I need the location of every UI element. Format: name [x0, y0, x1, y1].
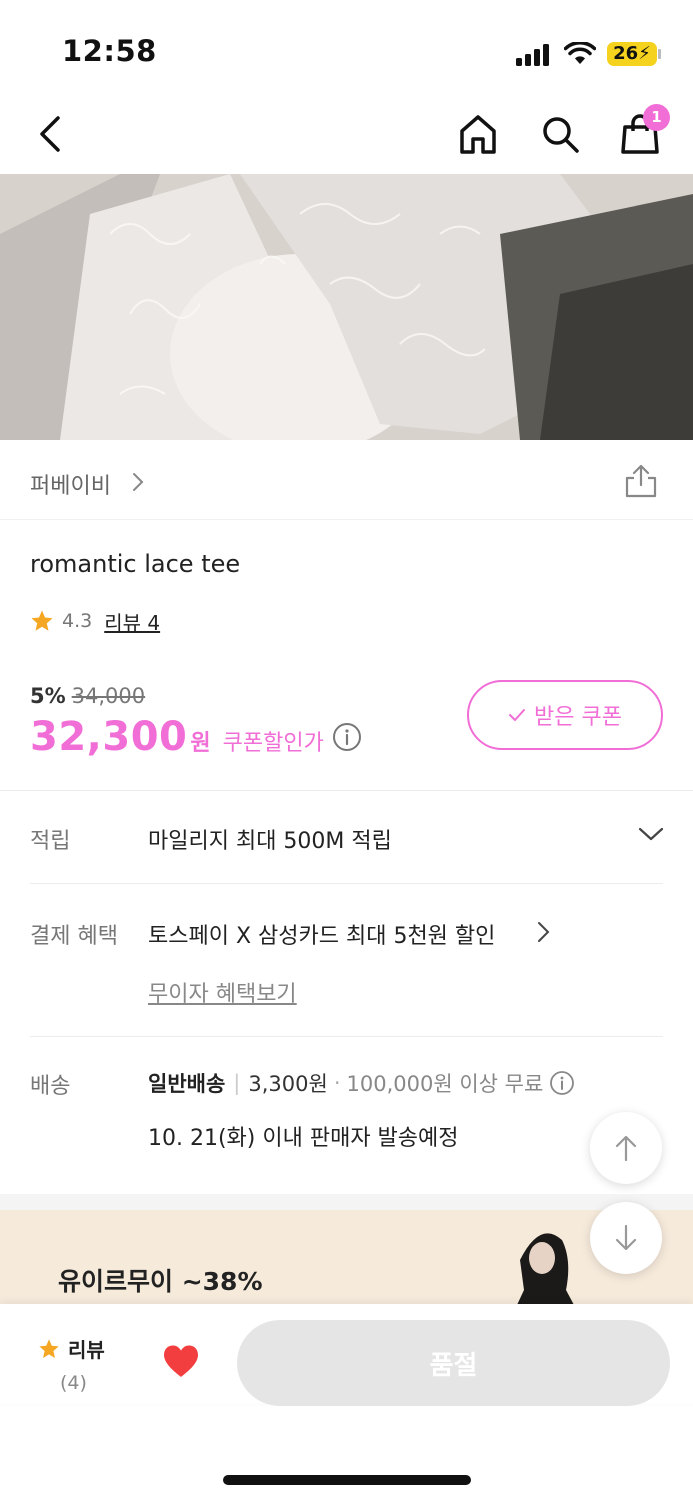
battery-tip: [658, 49, 661, 59]
mileage-value: 마일리지 최대 500M 적립: [148, 829, 392, 854]
bottom-review-button[interactable]: 리뷰: [38, 1334, 105, 1363]
search-icon: [543, 117, 579, 153]
shipping-date: 10. 21(화) 이내 판매자 발송예정: [148, 1126, 459, 1151]
interest-free-link[interactable]: 무이자 혜택보기: [148, 976, 297, 1008]
bottom-action-bar: 리뷰 (4) 품절: [0, 1304, 693, 1406]
arrow-down-icon: [615, 1224, 637, 1251]
shipping-type: 일반배송: [148, 1072, 226, 1096]
share-icon: [625, 464, 657, 498]
payment-benefit-value[interactable]: 토스페이 X 삼성카드 최대 5천원 할인: [148, 918, 495, 950]
soldout-button[interactable]: 품절: [237, 1320, 670, 1406]
wifi-icon: [564, 42, 596, 64]
bottom-review-count: (4): [60, 1372, 87, 1394]
rating-value: 4.3: [62, 610, 93, 632]
row-divider: [30, 883, 663, 884]
check-icon: [509, 709, 526, 721]
shipping-label: 배송: [30, 1074, 71, 1099]
brand-name-link[interactable]: 퍼베이비: [30, 468, 111, 500]
chevron-left-icon: [40, 116, 60, 152]
arrow-up-icon: [615, 1135, 637, 1162]
star-icon: [31, 610, 53, 631]
bottom-review-label: 리뷰: [68, 1338, 105, 1362]
shipping-fee: 3,300원: [248, 1072, 328, 1096]
review-link[interactable]: 리뷰 4: [104, 607, 160, 636]
separator: |: [233, 1071, 241, 1095]
home-button[interactable]: [452, 108, 504, 160]
lace-garment-illustration: [0, 174, 693, 440]
mileage-label: 적립: [30, 829, 71, 854]
top-navigation: [0, 100, 693, 174]
row-divider: [30, 1036, 663, 1037]
promo-banner[interactable]: 유이르무이 ~38%: [0, 1210, 693, 1306]
brand-row: 퍼베이비: [0, 440, 693, 520]
discount-row: 5% 34,000: [30, 684, 145, 708]
battery-indicator: 26⚡: [607, 42, 657, 66]
dot-separator: ·: [333, 1071, 341, 1095]
coupon-button-label: 받은 쿠폰: [534, 705, 622, 730]
home-indicator: [223, 1475, 471, 1485]
model-photo: [516, 1233, 575, 1306]
product-image[interactable]: [0, 174, 693, 440]
product-title: romantic lace tee: [30, 550, 241, 578]
heart-icon[interactable]: [162, 1344, 200, 1378]
share-button[interactable]: [620, 460, 662, 502]
battery-level: 26: [613, 43, 639, 64]
original-price: 34,000: [71, 684, 146, 708]
rating-row: 4.3 리뷰 4: [30, 606, 160, 636]
price-row: 32,300 원 쿠폰할인가: [30, 714, 362, 760]
section-divider: [0, 790, 693, 791]
cellular-signal-icon: [516, 44, 552, 66]
chevron-down-icon[interactable]: [638, 826, 664, 842]
shipping-info: 일반배송 | 3,300원 · 100,000원 이상 무료: [148, 1068, 575, 1098]
coupon-price-label: 쿠폰할인가: [222, 731, 324, 756]
sale-price: 32,300: [30, 714, 188, 760]
star-icon: [39, 1338, 59, 1358]
received-coupon-button[interactable]: 받은 쿠폰: [467, 680, 663, 750]
chevron-right-icon: [133, 473, 144, 491]
back-button[interactable]: [24, 108, 76, 160]
scroll-bottom-button[interactable]: [590, 1202, 662, 1274]
promo-text: 유이르무이 ~38%: [58, 1267, 263, 1296]
home-icon: [460, 115, 496, 154]
free-shipping-condition: 100,000원 이상 무료: [346, 1072, 544, 1096]
chevron-right-icon[interactable]: [536, 921, 550, 943]
payment-benefit-label: 결제 혜택: [30, 924, 118, 949]
status-time: 12:58: [62, 34, 157, 68]
currency-unit: 원: [190, 731, 211, 756]
cart-count-badge: 1: [643, 104, 670, 131]
discount-percent: 5%: [30, 684, 66, 708]
scroll-top-button[interactable]: [590, 1112, 662, 1184]
section-gap: [0, 1194, 693, 1210]
search-button[interactable]: [534, 108, 586, 160]
status-bar: 12:58 26⚡: [0, 0, 693, 100]
info-icon[interactable]: [549, 1070, 575, 1096]
info-icon[interactable]: [332, 722, 362, 752]
